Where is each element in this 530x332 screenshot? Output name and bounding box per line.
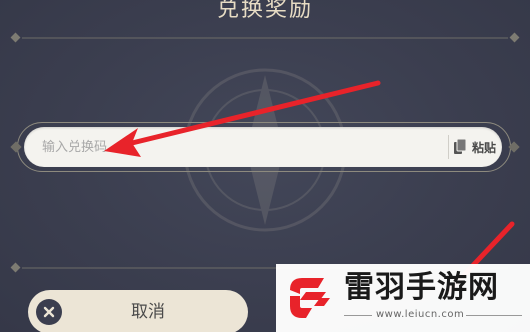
cancel-button[interactable]: 取消 (28, 290, 248, 332)
watermark-logo-icon (290, 278, 330, 318)
input-separator (448, 135, 449, 159)
redeem-code-input-container: 粘贴 (24, 127, 502, 167)
watermark-line-left (344, 315, 372, 316)
top-divider (10, 32, 520, 43)
watermark-url: www.leiucn.com (376, 309, 465, 320)
dialog-title: 兑换奖励 (216, 0, 313, 22)
watermark-line-right (466, 315, 522, 316)
paste-button[interactable]: 粘贴 (454, 127, 502, 167)
redeem-dialog: 兑换奖励 粘贴 取消 (0, 0, 530, 332)
paste-label: 粘贴 (472, 140, 497, 155)
clipboard-icon (454, 139, 466, 154)
redeem-code-input[interactable] (42, 127, 422, 167)
watermark-name: 雷羽手游网 (344, 270, 499, 305)
site-watermark: 雷羽手游网 www.leiucn.com (276, 264, 530, 332)
cancel-label: 取消 (131, 302, 165, 322)
